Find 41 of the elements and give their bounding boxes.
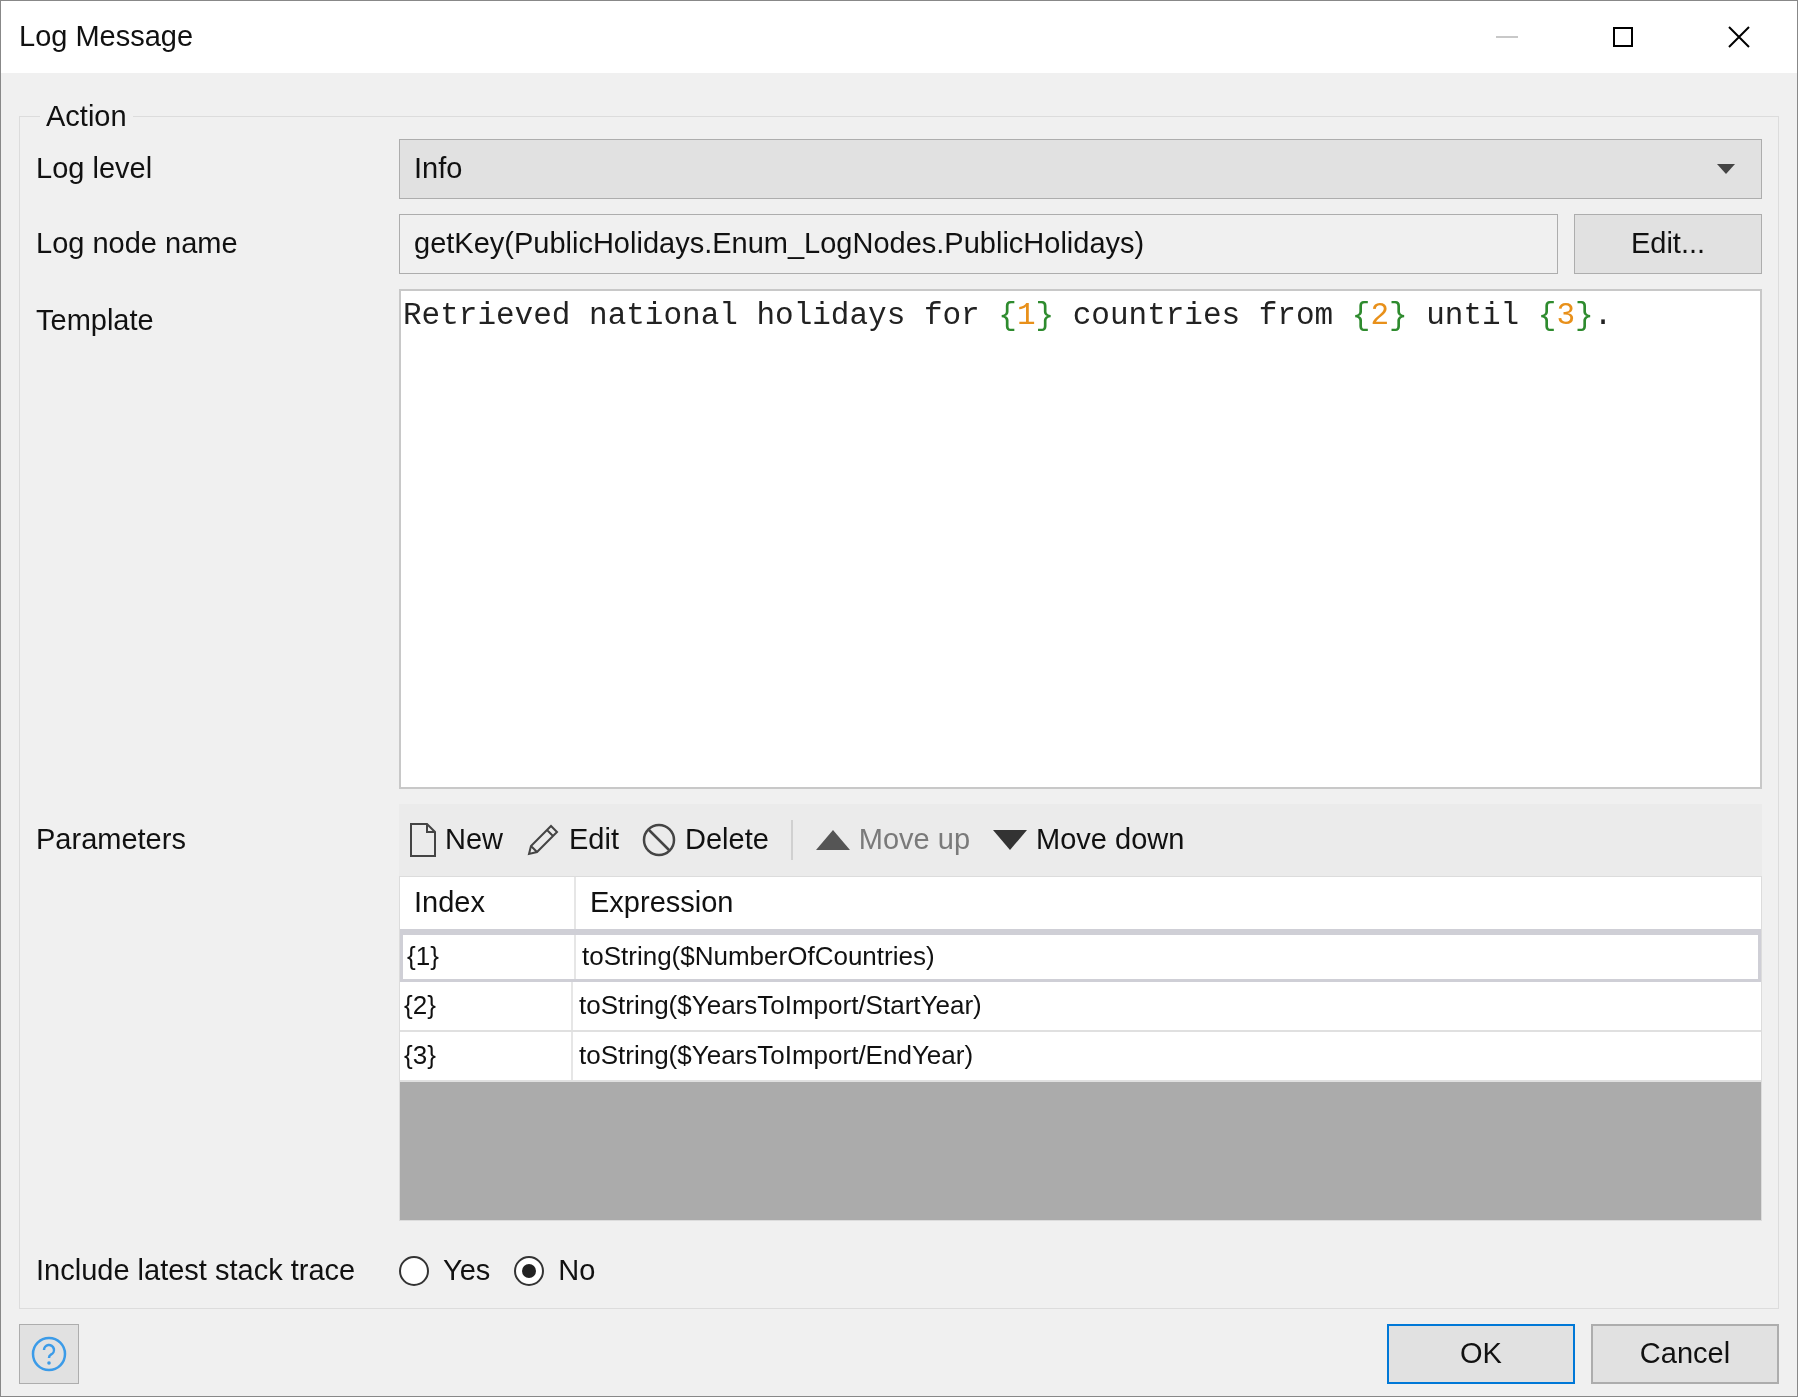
radio-option[interactable]: No	[514, 1248, 596, 1293]
toolbar-button[interactable]: Delete	[641, 817, 769, 862]
field-label: Log node name	[36, 225, 239, 261]
table-cell: {2}	[400, 981, 573, 1030]
toolbar-button[interactable]: New	[409, 817, 503, 862]
log-level-dropdown[interactable]: Info	[399, 138, 1762, 199]
field-label: Parameters	[36, 821, 187, 857]
column-header[interactable]: Expression	[576, 876, 1761, 929]
maximize-icon	[1613, 27, 1633, 47]
column-header[interactable]: Index	[400, 876, 576, 929]
dialog-button[interactable]: Cancel	[1591, 1323, 1779, 1384]
edit-button[interactable]: Edit...	[1574, 213, 1762, 274]
group-title: Action	[45, 99, 128, 134]
help-icon	[31, 1335, 67, 1372]
toolbar-button[interactable]: Edit	[525, 817, 619, 862]
radio-option[interactable]: Yes	[399, 1248, 491, 1293]
dropdown-caret-icon	[1717, 163, 1735, 174]
document-icon	[409, 821, 437, 858]
field-label: Log level	[36, 150, 154, 186]
table-row[interactable]: {1} toString($NumberOfCountries)	[400, 931, 1761, 982]
toolbar-button[interactable]: Move down	[992, 817, 1185, 862]
table-row[interactable]: {3} toString($YearsToImport/EndYear)	[400, 1031, 1761, 1082]
table-cell: {1}	[403, 934, 576, 979]
table-cell-text: toString($NumberOfCountries)	[581, 940, 936, 973]
table-cell-text: toString($YearsToImport/EndYear)	[578, 1039, 975, 1072]
log-node-name-field[interactable]: getKey(PublicHolidays.Enum_LogNodes.PublicHolidays)	[399, 213, 1558, 274]
close-icon	[1728, 26, 1750, 48]
help-button[interactable]	[19, 1323, 79, 1384]
table-cell-text: toString($YearsToImport/StartYear)	[578, 989, 983, 1022]
triangle-up-icon	[814, 828, 851, 851]
table-row[interactable]: {2} toString($YearsToImport/StartYear)	[400, 981, 1761, 1032]
field-label: Include latest stack trace	[36, 1252, 357, 1288]
template-text: Retrieved national holidays for {1} countries from {2} until {3}.	[403, 297, 1613, 333]
minimize-icon	[1496, 36, 1518, 38]
field-label: Template	[36, 302, 155, 338]
window-title: Log Message	[19, 19, 195, 55]
dialog-button[interactable]: OK	[1387, 1323, 1575, 1384]
prohibited-icon	[641, 821, 677, 858]
template-editor[interactable]: Retrieved national holidays for {1} countries from {2} until {3}.	[399, 288, 1762, 789]
table-cell: {3}	[400, 1031, 573, 1080]
triangle-down-icon	[992, 828, 1029, 851]
